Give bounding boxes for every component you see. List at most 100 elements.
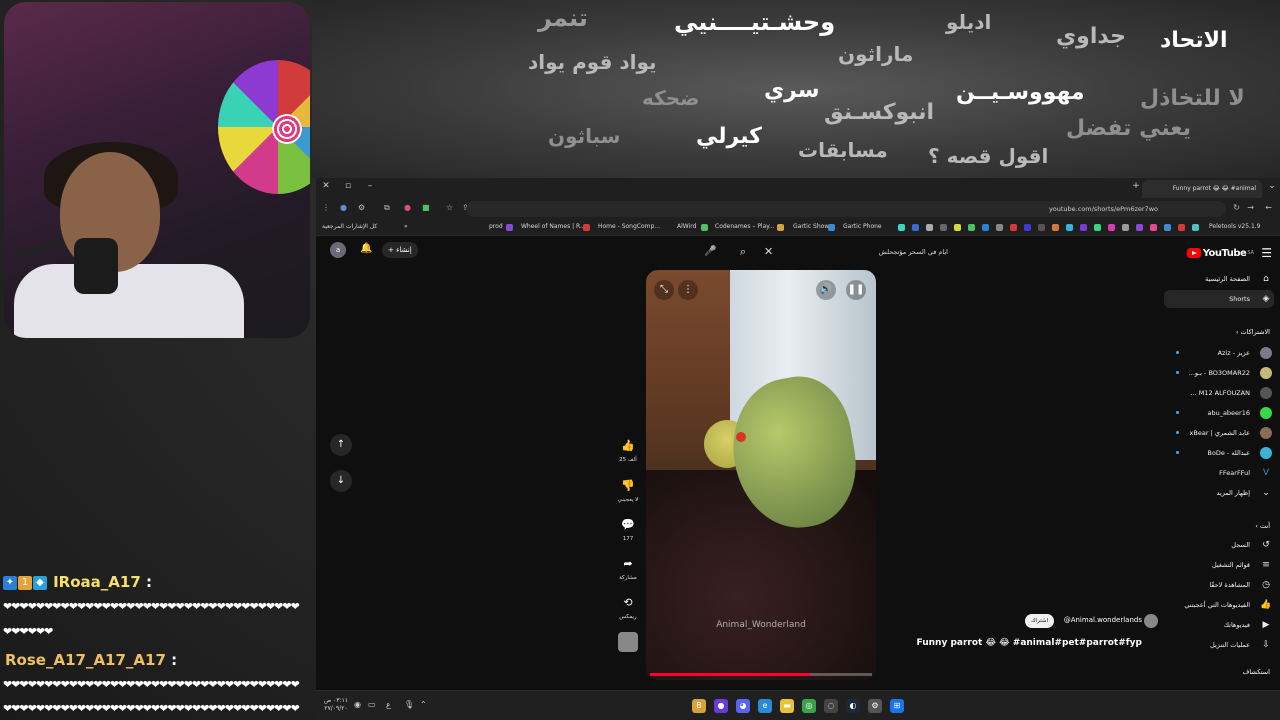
sidebar-item-downloads[interactable]: ⇩ عمليات التنزيل <box>1164 636 1274 654</box>
language-icon[interactable]: ع <box>386 700 391 709</box>
app-icon[interactable]: B <box>692 699 706 713</box>
youtube-logo[interactable]: YouTube SA <box>1186 246 1254 260</box>
sidebar-subscription[interactable]: V FFearFFul <box>1164 464 1274 482</box>
fullscreen-icon[interactable]: ⤡ <box>654 280 674 300</box>
settings-icon[interactable]: ⚙ <box>868 699 882 713</box>
tab-active[interactable]: Funny parrot 😂 😂 #animal <box>1142 180 1262 198</box>
sidebar-show-more[interactable]: ⌄ إظهار المزيد <box>1164 484 1274 502</box>
chrome-icon[interactable]: ◎ <box>802 699 816 713</box>
steam-icon[interactable]: ◐ <box>846 699 860 713</box>
sidebar-item-label: abu_abeer16 <box>1207 409 1250 417</box>
explore-header: استكشاف <box>1242 668 1270 676</box>
sidebar-subscription[interactable]: BO3OMAR22 - بـو... <box>1164 364 1274 382</box>
bookmark-item[interactable]: AlWird <box>677 223 696 230</box>
close-window-icon[interactable]: ✕ <box>320 181 332 191</box>
search-icon[interactable]: ⌕ <box>740 245 746 259</box>
dislike-button[interactable]: 👎 لا يعجبني <box>616 476 640 503</box>
shorts-player[interactable]: ⤡ ⋮ 🔊 ❚❚ Animal_Wonderland <box>646 270 876 680</box>
tray-chevron-icon[interactable]: ⌃ <box>420 700 427 709</box>
extension-icon[interactable]: ■ <box>422 203 430 212</box>
short-title[interactable]: Funny parrot 😂 😂 #animal#pet#parrot#fyp <box>917 638 1142 648</box>
sidebar-item-playlists[interactable]: ≡ قوائم التشغيل <box>1164 556 1274 574</box>
hamburger-menu-icon[interactable]: ☰ <box>1261 246 1272 260</box>
you-header[interactable]: أنت › <box>1255 522 1270 530</box>
share-button[interactable]: ➦ مشاركة <box>616 554 640 581</box>
extension-icon[interactable]: ⚙ <box>358 203 365 212</box>
comments-button[interactable]: 💬 177 <box>616 515 640 542</box>
sidebar-item-shorts[interactable]: ◈ Shorts <box>1164 290 1274 308</box>
notifications-bell-icon[interactable]: 🔔 <box>360 243 372 254</box>
sidebar-item-watch-later[interactable]: ◷ المشاهدة لاحقًا <box>1164 576 1274 594</box>
windows-start-icon[interactable]: ⊞ <box>890 699 904 713</box>
subscriptions-header[interactable]: الاشتراكات › <box>1236 328 1270 336</box>
notification-icon[interactable]: ◉ <box>354 700 361 709</box>
bookmark-favicon <box>1178 224 1185 231</box>
more-icon[interactable]: ⋮ <box>322 203 330 212</box>
minimize-window-icon[interactable]: – <box>364 181 376 191</box>
voice-search-icon[interactable]: 🎤 <box>704 246 716 257</box>
profile-icon[interactable]: ● <box>340 203 347 212</box>
screenshot-icon[interactable]: ⧉ <box>384 203 390 213</box>
windows-taskbar: ٠٣:١١ ص ٢٧/٠٩/٢٠ ◉ ▭ ع 🎙 ⌃ B ● ◕ e ▬ ◎ ◌… <box>316 690 1280 720</box>
account-avatar[interactable]: a <box>330 242 346 258</box>
app-icon[interactable]: ● <box>714 699 728 713</box>
create-button[interactable]: + إنشاء <box>382 242 418 258</box>
sidebar-item-label: قوائم التشغيل <box>1211 561 1250 569</box>
previous-short-arrow-icon[interactable]: ↑ <box>330 434 352 456</box>
chevron-down-icon: ⌄ <box>1262 488 1270 498</box>
chevron-icon[interactable]: » <box>404 223 408 230</box>
bookmark-item[interactable]: Gartic Phone <box>843 223 882 230</box>
channel-handle[interactable]: @Animal.wonderlands <box>1064 616 1142 624</box>
stream-layout: تنمر وحشـتيــــنيي اديلو جداوي الاتحاد ي… <box>0 0 1280 720</box>
bookmark-item[interactable]: Home - SongComp... <box>598 223 660 230</box>
system-clock[interactable]: ٠٣:١١ ص ٢٧/٠٩/٢٠ <box>324 697 348 713</box>
bookmark-all[interactable]: كل الإشارات المرجعية <box>322 223 377 230</box>
progress-bar[interactable] <box>650 673 872 676</box>
mic-tray-icon[interactable]: 🎙 <box>404 700 414 709</box>
sidebar-item-liked[interactable]: 👍 الفيديوهات التي أعجبتني <box>1164 596 1274 614</box>
sidebar-subscription[interactable]: عزيز - Aziz <box>1164 344 1274 362</box>
bookmark-item[interactable]: Gartic Show <box>793 223 829 230</box>
new-content-dot <box>1176 351 1179 354</box>
bookmark-star-icon[interactable]: ☆ <box>446 203 453 212</box>
sidebar-subscription[interactable]: M12 ALFOUZAN ... <box>1164 384 1274 402</box>
sidebar-subscription[interactable]: عبدالله - BoDe <box>1164 444 1274 462</box>
bookmark-favicon <box>1150 224 1157 231</box>
clear-search-icon[interactable]: ✕ <box>764 245 773 258</box>
search-bar[interactable]: 🎤 ⌕ ✕ ايام في السحر مؤتجحلش <box>692 244 954 262</box>
next-short-arrow-icon[interactable]: ↓ <box>330 470 352 492</box>
bookmark-favicon <box>968 224 975 231</box>
edge-icon[interactable]: e <box>758 699 772 713</box>
bookmark-item[interactable]: prod <box>489 223 503 230</box>
back-icon[interactable]: ← <box>1265 203 1272 212</box>
search-input[interactable]: ايام في السحر مؤتجحلش <box>879 248 948 256</box>
file-explorer-icon[interactable]: ▬ <box>780 699 794 713</box>
tab-list-icon[interactable]: ⌄ <box>1266 181 1278 191</box>
bookmark-item[interactable]: Codenames – Play... <box>715 223 775 230</box>
more-options-icon[interactable]: ⋮ <box>678 280 698 300</box>
extension-label[interactable]: Peletools v25.1.9 <box>1209 223 1260 230</box>
like-button[interactable]: 👍 25 ألف <box>616 436 640 463</box>
volume-icon[interactable]: 🔊 <box>816 280 836 300</box>
app-icon[interactable]: ◌ <box>824 699 838 713</box>
sidebar-item-history[interactable]: ↺ السجل <box>1164 536 1274 554</box>
subscribe-button[interactable]: اشتراك <box>1025 614 1054 628</box>
bookmark-favicon <box>1038 224 1045 231</box>
maximize-window-icon[interactable]: ▫ <box>342 181 354 191</box>
bookmark-item[interactable]: Wheel of Names | R... <box>521 223 586 230</box>
forward-icon[interactable]: → <box>1247 203 1254 212</box>
new-tab-icon[interactable]: + <box>1130 181 1142 191</box>
battery-icon[interactable]: ▭ <box>368 700 376 709</box>
sidebar-item-your-videos[interactable]: ▶ فيديوهاتك <box>1164 616 1274 634</box>
pause-icon[interactable]: ❚❚ <box>846 280 866 300</box>
channel-avatar[interactable] <box>1144 614 1158 628</box>
sidebar-item-home[interactable]: ⌂ الصفحة الرئيسية <box>1164 270 1274 288</box>
audio-thumbnail[interactable] <box>616 632 640 652</box>
sidebar-subscription[interactable]: عابد الشمري | xBear <box>1164 424 1274 442</box>
discord-icon[interactable]: ◕ <box>736 699 750 713</box>
reload-icon[interactable]: ↻ <box>1233 203 1240 212</box>
address-bar[interactable]: youtube.com/shorts/ePm6zer7wo <box>466 201 1226 217</box>
extension-icon[interactable]: ● <box>404 203 411 212</box>
sidebar-subscription[interactable]: abu_abeer16 <box>1164 404 1274 422</box>
remix-button[interactable]: ⟲ ريمكس <box>616 593 640 620</box>
